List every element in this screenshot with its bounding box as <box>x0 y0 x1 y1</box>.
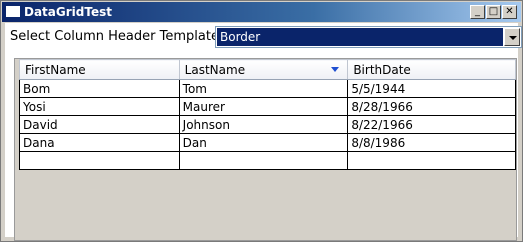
table-row[interactable]: Bom Tom 5/5/1944 <box>19 79 516 98</box>
client-area: Select Column Header Template Border Fir… <box>5 23 522 241</box>
cell-birthdate[interactable]: 8/28/1966 <box>347 97 516 116</box>
window-title: DataGridTest <box>24 5 112 19</box>
cell-lastname[interactable]: Tom <box>178 79 349 98</box>
cell-firstname[interactable]: Dana <box>19 133 180 152</box>
window-icon <box>6 6 20 17</box>
maximize-button[interactable]: □ <box>486 5 501 19</box>
cell-firstname[interactable]: Bom <box>19 79 180 98</box>
cell-lastname[interactable] <box>178 151 349 170</box>
cell-firstname[interactable] <box>19 151 180 170</box>
template-label: Select Column Header Template <box>10 29 219 44</box>
cell-lastname[interactable]: Maurer <box>178 97 349 116</box>
dropdown-arrow-icon[interactable] <box>504 28 520 46</box>
cell-birthdate[interactable] <box>347 151 516 170</box>
close-button[interactable]: ✕ <box>502 5 517 19</box>
title-bar[interactable]: DataGridTest _ □ ✕ <box>2 2 521 22</box>
minimize-button[interactable]: _ <box>470 5 485 19</box>
template-combobox[interactable]: Border <box>215 26 522 48</box>
column-header-label: LastName <box>184 62 246 77</box>
grid-table: FirstName LastName BirthDate Bom Tom 5/5… <box>19 59 516 170</box>
cell-firstname[interactable]: Yosi <box>19 97 180 116</box>
column-header-birthdate[interactable]: BirthDate <box>347 59 516 80</box>
new-item-row[interactable] <box>19 151 516 170</box>
column-header-firstname[interactable]: FirstName <box>19 59 180 80</box>
cell-birthdate[interactable]: 8/22/1966 <box>347 115 516 134</box>
cell-firstname[interactable]: David <box>19 115 180 134</box>
app-window: DataGridTest _ □ ✕ Select Column Header … <box>0 0 523 242</box>
cell-birthdate[interactable]: 5/5/1944 <box>347 79 516 98</box>
table-row[interactable]: Dana Dan 8/8/1986 <box>19 133 516 152</box>
cell-lastname[interactable]: Dan <box>178 133 349 152</box>
data-grid[interactable]: FirstName LastName BirthDate Bom Tom 5/5… <box>14 58 517 241</box>
column-header-lastname[interactable]: LastName <box>178 59 349 80</box>
table-row[interactable]: David Johnson 8/22/1966 <box>19 115 516 134</box>
cell-lastname[interactable]: Johnson <box>178 115 349 134</box>
cell-birthdate[interactable]: 8/8/1986 <box>347 133 516 152</box>
combobox-selected-value[interactable]: Border <box>217 28 503 46</box>
table-row[interactable]: Yosi Maurer 8/28/1966 <box>19 97 516 116</box>
sort-descending-icon <box>331 67 340 72</box>
